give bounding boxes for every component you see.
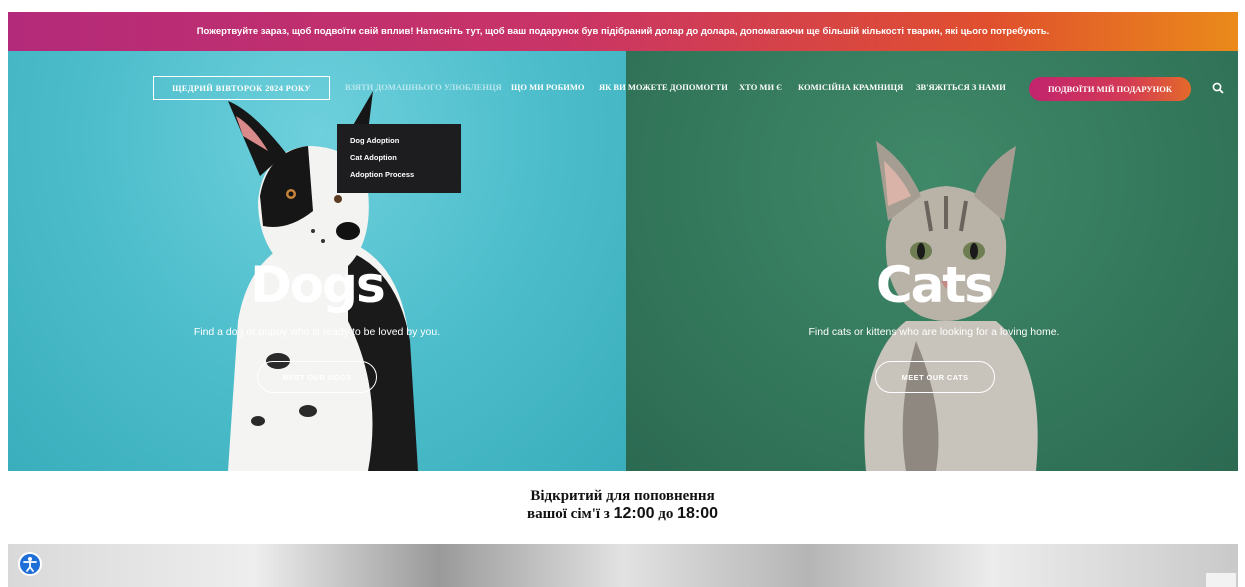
main-navigation: ЩЕДРИЙ ВІВТОРОК 2024 РОКУ ВЗЯТИ ДОМАШНЬО… (8, 75, 1238, 101)
nav-contact-us[interactable]: ЗВ'ЯЖІТЬСЯ З НАМИ (916, 82, 1006, 92)
giving-tuesday-link[interactable]: ЩЕДРИЙ ВІВТОРОК 2024 РОКУ (153, 76, 330, 100)
dropdown-item-dog-adoption[interactable]: Dog Adoption (350, 136, 461, 153)
hours-open-time: 12:00 (613, 505, 655, 522)
opening-hours: Відкритий для поповнення вашої сім'ї з 1… (0, 487, 1245, 523)
promo-text[interactable]: Пожертвуйте зараз, щоб подвоїти свій впл… (197, 26, 1050, 37)
nav-thrift-store[interactable]: КОМІСІЙНА КРАМНИЦЯ (798, 82, 903, 92)
hero-section: ЩЕДРИЙ ВІВТОРОК 2024 РОКУ ВЗЯТИ ДОМАШНЬО… (8, 51, 1238, 471)
hours-line-2: вашої сім'ї з 12:00 до 18:00 (0, 505, 1245, 523)
promo-banner[interactable]: Пожертвуйте зараз, щоб подвоїти свій впл… (8, 12, 1238, 51)
cats-subtitle: Find cats or kittens who are looking for… (808, 326, 1060, 338)
meet-dogs-button[interactable]: MEET OUR DOGS (257, 361, 377, 393)
nav-what-we-do[interactable]: ЩО МИ РОБИМО (511, 82, 584, 92)
dropdown-item-cat-adoption[interactable]: Cat Adoption (350, 153, 461, 170)
accessibility-button[interactable] (18, 552, 42, 576)
hours-prefix: вашої сім'ї з (526, 506, 610, 522)
nav-adopt-pet[interactable]: ВЗЯТИ ДОМАШНЬОГО УЛЮБЛЕНЦЯ (345, 82, 502, 92)
cats-title: Cats (875, 256, 994, 314)
accessibility-icon (23, 557, 37, 572)
dropdown-item-adoption-process[interactable]: Adoption Process (350, 170, 461, 187)
dogs-title: Dogs (250, 256, 385, 314)
hours-close-time: 18:00 (677, 505, 719, 522)
nav-who-we-are[interactable]: ХТО МИ Є (739, 82, 782, 92)
hours-line-1: Відкритий для поповнення (530, 488, 715, 504)
recaptcha-badge[interactable] (1205, 572, 1237, 587)
meet-cats-button[interactable]: MEET OUR CATS (875, 361, 995, 393)
nav-how-to-help[interactable]: ЯК ВИ МОЖЕТЕ ДОПОМОГТИ (599, 82, 728, 92)
search-icon[interactable] (1212, 82, 1224, 94)
dogs-subtitle: Find a dog or puppy who is ready to be l… (193, 326, 441, 338)
adopt-dropdown-menu: Dog Adoption Cat Adoption Adoption Proce… (337, 124, 461, 193)
people-photo-strip (8, 544, 1238, 587)
hours-between: до (658, 506, 674, 522)
double-gift-button[interactable]: ПОДВОЇТИ МІЙ ПОДАРУНОК (1029, 77, 1191, 101)
